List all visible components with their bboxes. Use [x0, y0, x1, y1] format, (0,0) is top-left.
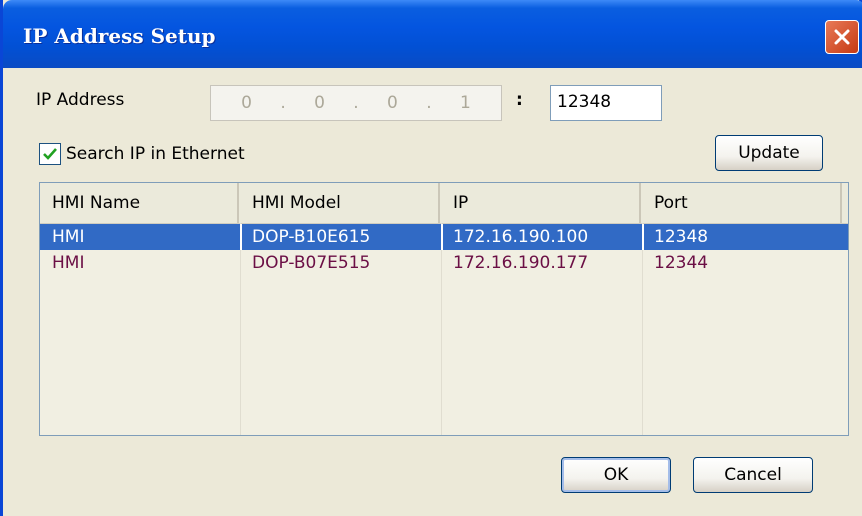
- dialog-body: IP Address 0 . 0 . 0 . 1 : 12348 Search …: [6, 68, 862, 516]
- cell-ip: 172.16.190.177: [453, 253, 589, 273]
- ip-address-setup-dialog: IP Address Setup IP Address 0 . 0 . 0 . …: [0, 0, 862, 516]
- ip-dot: .: [426, 93, 432, 113]
- port-separator: :: [516, 90, 523, 110]
- ip-octet-2: 0: [314, 93, 325, 113]
- ip-address-field: 0 . 0 . 0 . 1: [210, 85, 502, 121]
- cell-ip: 172.16.190.100: [453, 227, 589, 247]
- column-header-ip[interactable]: IP: [441, 183, 641, 223]
- cell-port: 12348: [654, 227, 709, 247]
- cell-hmi-name: HMI: [52, 227, 85, 247]
- ip-dot: .: [353, 93, 359, 113]
- ip-dot: .: [280, 93, 286, 113]
- hmi-list[interactable]: HMI Name HMI Model IP Port HMI DOP-B10E6…: [39, 182, 849, 436]
- update-button[interactable]: Update: [715, 135, 823, 171]
- ip-octet-4: 1: [459, 93, 471, 113]
- search-ethernet-label[interactable]: Search IP in Ethernet: [66, 144, 245, 164]
- close-button[interactable]: [825, 20, 859, 54]
- cell-port: 12344: [654, 253, 709, 273]
- table-row[interactable]: HMI DOP-B10E615 172.16.190.100 12348: [40, 224, 848, 250]
- ip-octet-1: 0: [241, 93, 252, 113]
- title-bar[interactable]: IP Address Setup: [3, 0, 862, 68]
- column-header-hmi-model[interactable]: HMI Model: [240, 183, 440, 223]
- cell-hmi-model: DOP-B07E515: [252, 253, 371, 273]
- cell-hmi-model: DOP-B10E615: [252, 227, 371, 247]
- column-header-port[interactable]: Port: [642, 183, 842, 223]
- port-input[interactable]: 12348: [550, 85, 662, 121]
- ok-button[interactable]: OK: [561, 457, 671, 493]
- search-ethernet-checkbox[interactable]: [39, 143, 61, 165]
- checkmark-icon: [43, 148, 57, 160]
- column-header-hmi-name[interactable]: HMI Name: [40, 183, 239, 223]
- cell-hmi-name: HMI: [52, 253, 85, 273]
- close-icon: [834, 29, 850, 45]
- ip-octet-3: 0: [387, 93, 398, 113]
- table-row[interactable]: HMI DOP-B07E515 172.16.190.177 12344: [40, 250, 848, 276]
- cancel-button[interactable]: Cancel: [693, 457, 813, 493]
- dialog-title: IP Address Setup: [23, 24, 216, 48]
- list-header: HMI Name HMI Model IP Port: [40, 183, 848, 224]
- ip-address-label: IP Address: [36, 90, 125, 110]
